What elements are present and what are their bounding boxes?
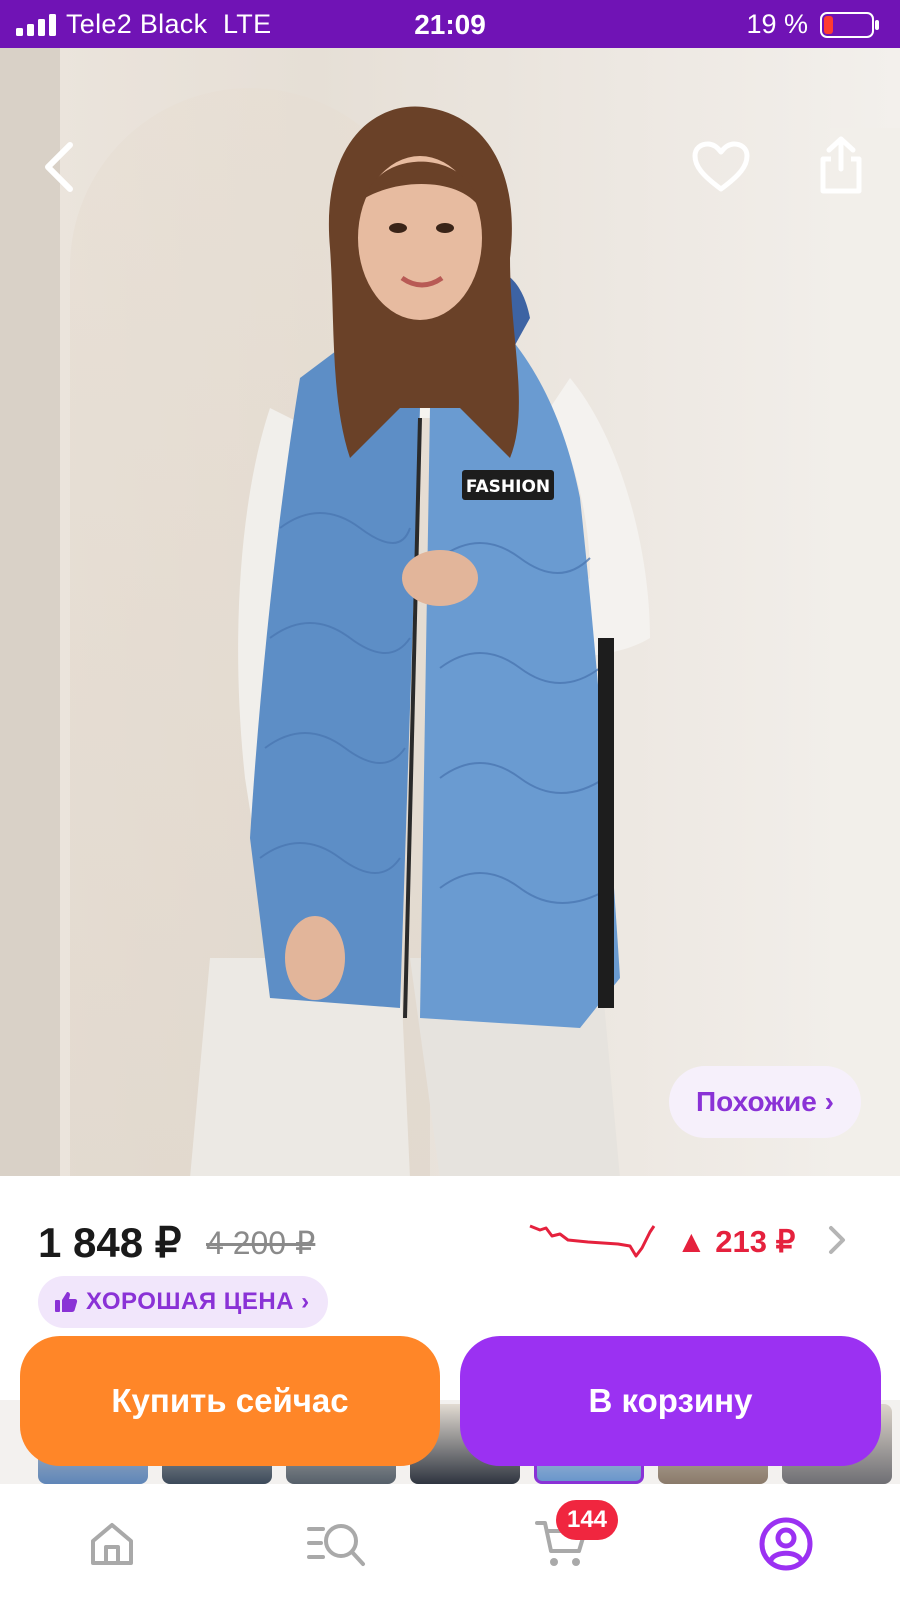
cart-count-badge: 144: [556, 1500, 618, 1540]
back-button[interactable]: [25, 132, 95, 202]
catalog-search-icon: [307, 1524, 365, 1566]
nav-home[interactable]: [80, 1512, 144, 1576]
back-icon: [45, 142, 73, 192]
thumbs-up-icon: [55, 1292, 78, 1312]
current-price: 1 848 ₽: [38, 1219, 182, 1266]
share-icon: [820, 136, 862, 194]
fashion-patch-text: FASHION: [466, 477, 550, 497]
price-change[interactable]: ▲ 213 ₽: [676, 1224, 795, 1260]
wall-right-panel: [830, 128, 900, 1178]
good-price-label: ХОРОШАЯ ЦЕНА ›: [86, 1288, 310, 1315]
nav-catalog-search[interactable]: [305, 1512, 369, 1576]
battery-percent: 19 %: [746, 9, 808, 39]
profile-icon: [759, 1517, 813, 1571]
similar-button[interactable]: Похожие ›: [669, 1066, 861, 1138]
old-price: 4 200 ₽: [206, 1225, 316, 1261]
home-icon: [91, 1523, 133, 1565]
product-photo[interactable]: FASHION Похожие ›: [0, 48, 900, 1178]
buy-now-button[interactable]: Купить сейчас: [20, 1336, 440, 1466]
wall-panel: [0, 48, 60, 1178]
battery-icon: [820, 12, 879, 38]
good-price-badge[interactable]: ХОРОШАЯ ЦЕНА ›: [38, 1276, 328, 1328]
price-history-graph[interactable]: [528, 1222, 658, 1262]
share-button[interactable]: [806, 130, 876, 200]
add-to-cart-button[interactable]: В корзину: [460, 1336, 881, 1466]
nav-profile[interactable]: [754, 1512, 818, 1576]
heart-icon: [692, 141, 750, 192]
favorite-button[interactable]: [686, 132, 756, 202]
model-in-vest: FASHION: [190, 106, 650, 1178]
status-bar: Tele2 Black LTE 21:09 19 %: [0, 0, 900, 48]
chevron-right-icon[interactable]: [822, 1222, 852, 1258]
